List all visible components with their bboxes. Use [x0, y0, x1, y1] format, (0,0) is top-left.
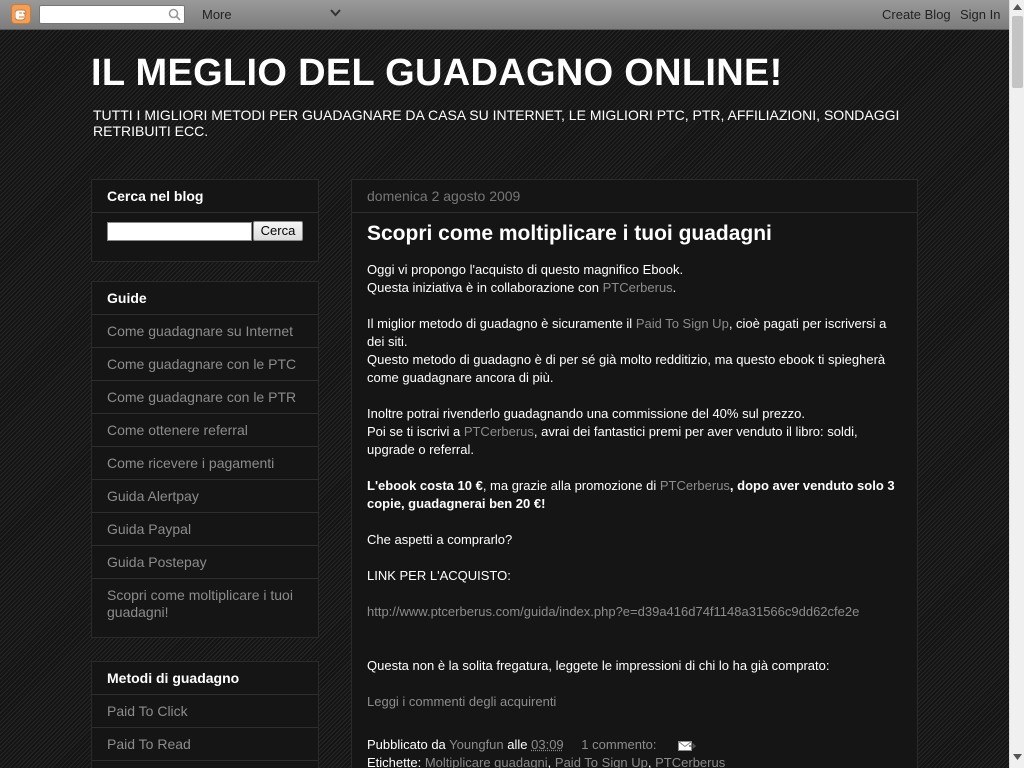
- purchase-link[interactable]: http://www.ptcerberus.com/guida/index.ph…: [367, 603, 907, 621]
- post-text: Poi se ti iscrivi a PTCerberus, avrai de…: [367, 424, 858, 457]
- post-text: Questo metodo di guadagno è di per sé gi…: [367, 352, 886, 385]
- ptcerberus-link[interactable]: PTCerberus: [464, 424, 534, 439]
- guide-link[interactable]: Come ricevere i pagamenti: [92, 447, 318, 480]
- guide-link[interactable]: Come guadagnare su Internet: [92, 315, 318, 348]
- guide-widget: Guide Come guadagnare su Internet Come g…: [91, 281, 319, 638]
- post-body: Oggi vi propongo l'acquisto di questo ma…: [367, 261, 907, 711]
- guide-link[interactable]: Guida Postepay: [92, 546, 318, 579]
- email-post-icon[interactable]: [678, 740, 697, 752]
- reviews-link[interactable]: Leggi i commenti degli acquirenti: [367, 693, 907, 711]
- navbar-search-input[interactable]: [39, 5, 185, 24]
- methods-widget: Metodi di guadagno Paid To Click Paid To…: [91, 661, 319, 768]
- scroll-up-arrow-icon[interactable]: [1013, 4, 1022, 10]
- post-footer: Pubblicato da Youngfun alle 03:09 1 comm…: [367, 737, 726, 768]
- guide-link[interactable]: Come ottenere referral: [92, 414, 318, 447]
- guide-link[interactable]: Guida Paypal: [92, 513, 318, 546]
- post-title[interactable]: Scopri come moltiplicare i tuoi guadagni: [367, 222, 772, 246]
- guide-link[interactable]: Scopri come moltiplicare i tuoi guadagni…: [92, 579, 318, 629]
- post-text: Il miglior metodo di guadagno è sicurame…: [367, 316, 887, 349]
- label-link[interactable]: PTCerberus: [655, 755, 725, 768]
- post-text: Questa iniziativa è in collaborazione co…: [367, 280, 677, 295]
- comments-link[interactable]: 1 commento:: [581, 737, 656, 752]
- post-date: domenica 2 agosto 2009: [352, 180, 917, 213]
- blog-title[interactable]: IL MEGLIO DEL GUADAGNO ONLINE!: [91, 52, 783, 95]
- create-blog-link[interactable]: Create Blog: [882, 7, 951, 22]
- post-text: Inoltre potrai rivenderlo guadagnando un…: [367, 406, 805, 421]
- post-text: L'ebook costa 10 €, ma grazie alla promo…: [367, 478, 895, 511]
- post-text: Che aspetti a comprarlo?: [367, 532, 513, 547]
- ptcerberus-link[interactable]: PTCerberus: [660, 478, 730, 493]
- widget-title: Metodi di guadagno: [92, 662, 318, 695]
- label-link[interactable]: Moltiplicare guadagni: [425, 755, 548, 768]
- search-icon[interactable]: [168, 8, 181, 21]
- blog-post: domenica 2 agosto 2009 Scopri come molti…: [351, 179, 918, 768]
- method-link[interactable]: Paid To Click: [92, 695, 318, 728]
- label-link[interactable]: Paid To Sign Up: [555, 755, 648, 768]
- blogger-logo-icon[interactable]: [11, 4, 31, 24]
- ptcerberus-link[interactable]: PTCerberus: [603, 280, 673, 295]
- post-text: Oggi vi propongo l'acquisto di questo ma…: [367, 262, 684, 277]
- scrollbar-thumb[interactable]: [1012, 16, 1023, 88]
- method-link[interactable]: Paid To Read: [92, 728, 318, 761]
- search-widget: Cerca nel blog Cerca: [91, 179, 319, 262]
- blog-description: TUTTI I MIGLIORI METODI PER GUADAGNARE D…: [93, 107, 900, 139]
- scroll-down-arrow-icon[interactable]: [1013, 754, 1022, 760]
- sign-in-link[interactable]: Sign In: [960, 7, 1000, 22]
- paid-to-signup-link[interactable]: Paid To Sign Up: [636, 316, 729, 331]
- more-menu[interactable]: More: [202, 7, 232, 22]
- author-link[interactable]: Youngfun: [449, 737, 503, 752]
- post-text: LINK PER L'ACQUISTO:: [367, 568, 511, 583]
- post-text: Questa non è la solita fregatura, legget…: [367, 658, 830, 673]
- guide-link[interactable]: Guida Alertpay: [92, 480, 318, 513]
- widget-title: Guide: [92, 282, 318, 315]
- page-scrollbar[interactable]: [1009, 0, 1024, 768]
- widget-title: Cerca nel blog: [92, 180, 318, 213]
- guide-link[interactable]: Come guadagnare con le PTC: [92, 348, 318, 381]
- blogger-navbar: More Create Blog Sign In: [0, 0, 1009, 30]
- search-button[interactable]: Cerca: [253, 221, 303, 241]
- post-time-link[interactable]: 03:09: [531, 737, 564, 752]
- chevron-down-icon[interactable]: [330, 9, 341, 17]
- guide-link[interactable]: Come guadagnare con le PTR: [92, 381, 318, 414]
- blog-search-input[interactable]: [107, 221, 252, 241]
